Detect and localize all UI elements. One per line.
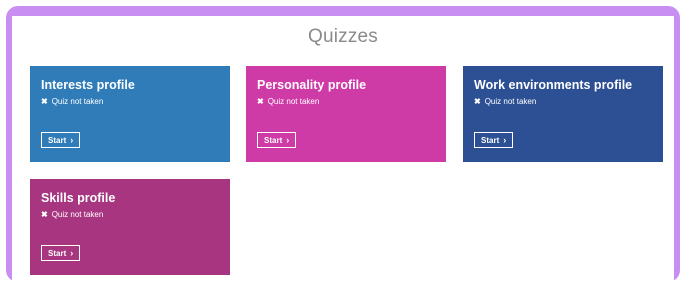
quiz-status: ✖ Quiz not taken — [41, 97, 103, 106]
quizzes-panel: Quizzes Interests profile ✖ Quiz not tak… — [12, 16, 674, 284]
start-button-label: Start — [48, 248, 67, 258]
quiz-status-label: Quiz not taken — [484, 97, 537, 106]
x-icon: ✖ — [41, 209, 48, 219]
chevron-right-icon: › — [503, 134, 507, 145]
page-title: Quizzes — [307, 26, 379, 47]
quiz-card-title: Skills profile — [41, 191, 116, 205]
start-button-interests[interactable]: Start › — [41, 132, 81, 148]
quiz-card-skills: Skills profile ✖ Quiz not taken Start › — [30, 179, 230, 275]
x-icon: ✖ — [474, 96, 481, 106]
start-button-skills[interactable]: Start › — [41, 245, 81, 261]
quiz-status: ✖ Quiz not taken — [474, 97, 536, 106]
start-button-personality[interactable]: Start › — [257, 132, 297, 148]
quiz-status-label: Quiz not taken — [267, 97, 320, 106]
quiz-card-title: Personality profile — [257, 78, 367, 92]
quiz-status: ✖ Quiz not taken — [41, 210, 103, 219]
chevron-right-icon: › — [70, 134, 74, 145]
quiz-status: ✖ Quiz not taken — [257, 97, 319, 106]
chevron-right-icon: › — [70, 247, 74, 258]
quiz-card-personality: Personality profile ✖ Quiz not taken Sta… — [246, 66, 446, 162]
quiz-status-label: Quiz not taken — [51, 210, 104, 219]
start-button-label: Start — [48, 135, 67, 145]
quiz-card-title: Interests profile — [41, 78, 135, 92]
quiz-status-label: Quiz not taken — [51, 97, 104, 106]
start-button-label: Start — [264, 135, 283, 145]
start-button-label: Start — [481, 135, 500, 145]
x-icon: ✖ — [41, 96, 48, 106]
x-icon: ✖ — [257, 96, 264, 106]
quiz-card-work-environments: Work environments profile ✖ Quiz not tak… — [463, 66, 663, 162]
chevron-right-icon: › — [286, 134, 290, 145]
quiz-card-interests: Interests profile ✖ Quiz not taken Start… — [30, 66, 230, 162]
quiz-card-title: Work environments profile — [474, 78, 633, 92]
start-button-work-environments[interactable]: Start › — [474, 132, 514, 148]
